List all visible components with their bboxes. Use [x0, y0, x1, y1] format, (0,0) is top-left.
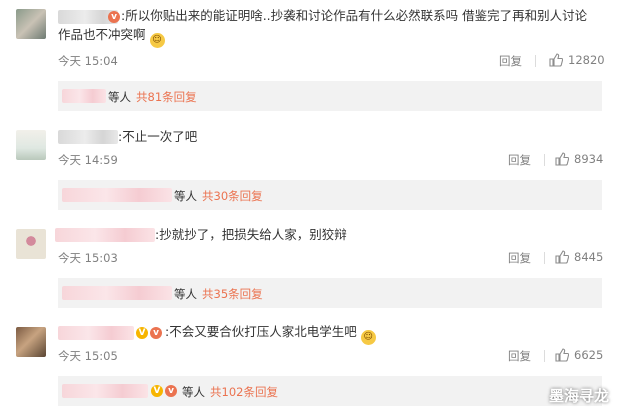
v-badge-icon: v: [165, 385, 177, 397]
blurred-username[interactable]: [58, 130, 118, 144]
watermark: 墨海寻龙: [548, 387, 609, 405]
v-badge-icon: v: [150, 327, 162, 339]
thumbs-up-icon[interactable]: [555, 250, 569, 264]
reply-summary-bar[interactable]: 等人 共81条回复: [58, 81, 602, 111]
reply-summary-bar[interactable]: V v 等人 共102条回复: [58, 376, 602, 406]
comment-text: :抄就抄了，把损失给人家，别狡辩: [155, 227, 347, 242]
reply-button[interactable]: 回复: [508, 250, 531, 266]
reply-button[interactable]: 回复: [499, 53, 522, 69]
blurred-username[interactable]: [58, 326, 134, 340]
reply-users-label: 等人: [174, 189, 197, 203]
timestamp: 今天 15:03: [58, 251, 118, 265]
blurred-username[interactable]: [55, 228, 155, 242]
v-badge-icon: v: [108, 11, 120, 23]
comment-text: :不会又要合伙打压人家北电学生吧 ☺: [165, 323, 376, 345]
more-replies-link[interactable]: 共102条回复: [210, 384, 278, 400]
divider: [544, 154, 545, 166]
divider: [544, 252, 545, 264]
like-count: 6625: [574, 348, 604, 362]
divider: [535, 55, 536, 67]
v-badge-icon: V: [136, 327, 148, 339]
smiley-emoji-icon: ☺: [360, 330, 376, 345]
avatar[interactable]: [16, 9, 46, 39]
more-replies-link[interactable]: 共81条回复: [136, 89, 197, 105]
like-count: 12820: [568, 53, 605, 67]
more-replies-link[interactable]: 共35条回复: [202, 286, 263, 302]
blurred-username: [62, 384, 148, 398]
comment-text: :所以你贴出来的能证明啥..抄袭和讨论作品有什么必然联系吗 借鉴完了再和别人讨论: [121, 8, 588, 23]
avatar[interactable]: [16, 229, 46, 259]
reply-users-label: 等人: [174, 287, 197, 301]
like-count: 8445: [574, 250, 604, 264]
comment-text: :不止一次了吧: [118, 129, 198, 144]
smiley-emoji-icon: ☺: [149, 33, 165, 48]
thumbs-up-icon[interactable]: [555, 152, 569, 166]
reply-users-label: 等人: [108, 90, 131, 104]
reply-users-label: 等人: [182, 385, 205, 399]
v-badge-icon: V: [151, 385, 163, 397]
blurred-username: [62, 89, 106, 103]
more-replies-link[interactable]: 共30条回复: [202, 188, 263, 204]
reply-summary-bar[interactable]: 等人 共30条回复: [58, 180, 602, 210]
avatar[interactable]: [16, 327, 46, 357]
like-count: 8934: [574, 152, 604, 166]
blurred-username: [62, 286, 172, 300]
timestamp: 今天 15:04: [58, 54, 118, 68]
reply-summary-bar[interactable]: 等人 共35条回复: [58, 278, 602, 308]
avatar[interactable]: [16, 130, 46, 160]
timestamp: 今天 14:59: [58, 153, 118, 167]
reply-button[interactable]: 回复: [508, 152, 531, 168]
thumbs-up-icon[interactable]: [549, 53, 563, 67]
comment-text-line2: 作品也不冲突啊 ☺: [58, 26, 165, 48]
timestamp: 今天 15:05: [58, 349, 118, 363]
divider: [544, 350, 545, 362]
thumbs-up-icon[interactable]: [555, 348, 569, 362]
reply-button[interactable]: 回复: [508, 348, 531, 364]
blurred-username: [62, 188, 172, 202]
